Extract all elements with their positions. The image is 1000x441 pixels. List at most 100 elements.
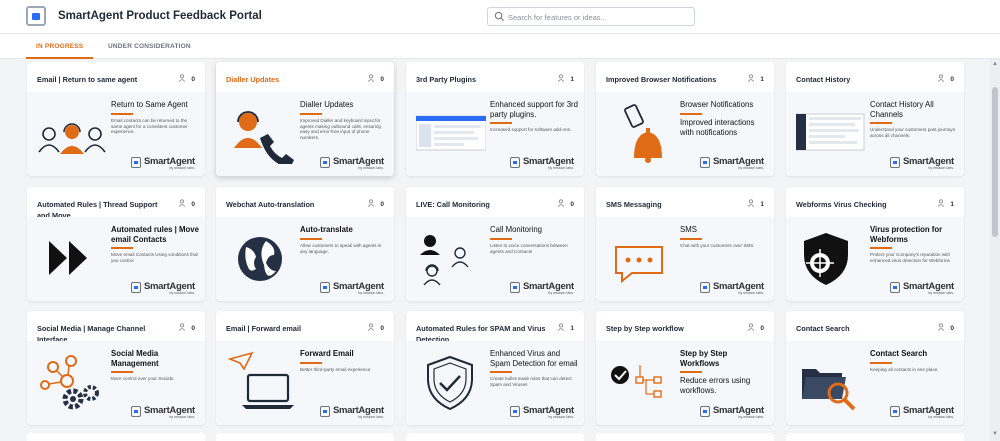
card-title[interactable]: Contact Search [796,323,926,334]
banner-divider [490,122,512,124]
card-title[interactable]: Webforms Virus Checking [796,199,926,210]
workflow-icon [606,351,676,413]
search-box[interactable] [487,7,695,26]
feature-card[interactable]: Webforms Virus Checking 1 Virus protecti… [786,187,964,301]
banner-heading: Dialler Updates [300,100,354,109]
vote-count[interactable]: 0 [367,323,384,332]
card-title[interactable]: Email | Return to same agent [37,74,167,85]
vote-count[interactable]: 0 [367,199,384,208]
agents-headset-icon [37,102,107,164]
card-banner: Auto-translate Allow customers to speak … [216,217,394,301]
card-banner: Step by Step Workflows Reduce errors usi… [596,341,774,425]
brand-sub: by mission labs. [169,415,195,419]
feature-card[interactable]: Email | Return to same agent 0 Return to… [27,62,205,176]
card-title[interactable]: LIVE: Call Monitoring [416,199,546,210]
card-banner: Automated rules | Move email Contacts Mo… [27,217,205,301]
vote-count-value: 1 [570,325,574,332]
card-title[interactable]: Email | Forward email [226,323,356,334]
tab-in-progress[interactable]: IN PROGRESS [26,34,94,59]
partial-card[interactable] [406,433,584,441]
feature-card[interactable]: Dialler Updates 0 Dialler Updates Improv… [216,62,394,176]
vote-count[interactable]: 1 [557,74,574,83]
feature-card[interactable]: Contact Search 0 Contact Search Keeping … [786,311,964,425]
scroll-up-icon[interactable]: ▲ [992,61,998,67]
banner-divider [111,371,133,373]
brand-sub: by mission labs. [358,166,384,170]
card-banner: Contact Search Keeping all contacts in o… [786,341,964,425]
vote-count[interactable]: 0 [178,199,195,208]
user-icon [368,323,375,331]
feature-card[interactable]: 3rd Party Plugins 1 Enhanced support for… [406,62,584,176]
vote-count[interactable]: 0 [557,199,574,208]
vote-count-value: 0 [950,325,954,332]
scroll-down-icon[interactable]: ▼ [992,431,998,437]
tab-under-consideration[interactable]: UNDER CONSIDERATION [98,34,201,59]
laptop-plane-icon [226,351,296,413]
brand-sub: by mission labs. [548,291,574,295]
phone-agent-icon [226,102,296,168]
vote-count[interactable]: 1 [747,74,764,83]
vote-count-value: 1 [760,76,764,83]
vote-count[interactable]: 0 [937,74,954,83]
vote-count[interactable]: 0 [178,74,195,83]
banner-description: More control over your Socials. [111,376,175,381]
card-title[interactable]: Dialler Updates [226,74,356,85]
vote-count[interactable]: 0 [367,74,384,83]
feature-card[interactable]: LIVE: Call Monitoring 0 Call Monitoring … [406,187,584,301]
partial-card[interactable] [216,433,394,441]
card-title[interactable]: Step by Step workflow [606,323,736,334]
banner-divider [490,238,512,240]
feature-card[interactable]: SMS Messaging 1 SMS Chat with your custo… [596,187,774,301]
scrollbar[interactable]: ▲ ▼ [990,59,1000,441]
tab-bar: IN PROGRESS UNDER CONSIDERATION [0,34,1000,59]
app-logo-icon[interactable] [26,6,46,26]
card-title[interactable]: Webchat Auto-translation [226,199,356,210]
vote-count[interactable]: 1 [937,199,954,208]
feature-card[interactable]: Contact History 0 Contact History All Ch… [786,62,964,176]
smartagent-logo: SmartAgent by mission labs. [700,156,764,171]
vote-count[interactable]: 1 [747,199,764,208]
call-monitoring-icon [416,227,486,289]
plugin-screenshot-icon [415,102,487,164]
user-icon [938,74,945,82]
user-icon [748,74,755,82]
banner-description: Better third-party email experience. [300,367,372,372]
user-icon [179,323,186,331]
feature-card[interactable]: Step by Step workflow 0 Step by Step Wor… [596,311,774,425]
vote-count[interactable]: 0 [937,323,954,332]
partial-card[interactable] [27,433,205,441]
feature-card[interactable]: Automated Rules | Thread Support and Mov… [27,187,205,301]
partial-card[interactable] [786,433,964,441]
vote-count[interactable]: 1 [557,323,574,332]
vote-count-value: 0 [191,76,195,83]
smartagent-logo-icon [131,157,141,168]
vote-count-value: 0 [570,201,574,208]
banner-description: Listen to voice conversations between ag… [490,243,568,254]
card-title[interactable]: Contact History [796,74,926,85]
feature-card[interactable]: Automated Rules for SPAM and Virus Detec… [406,311,584,425]
user-icon [558,199,565,207]
vote-count[interactable]: 0 [747,323,764,332]
card-title[interactable]: 3rd Party Plugins [416,74,546,85]
feature-card[interactable]: Email | Forward email 0 Forward Email Be… [216,311,394,425]
brand-sub: by mission labs. [169,291,195,295]
search-input[interactable] [508,10,688,24]
vote-count[interactable]: 0 [178,323,195,332]
banner-divider [680,113,702,115]
partial-card[interactable] [596,433,774,441]
feature-card[interactable]: Webchat Auto-translation 0 Auto-translat… [216,187,394,301]
scroll-thumb[interactable] [992,87,998,237]
banner-heading: Auto-translate [300,225,353,234]
bell-phone-icon [606,102,676,164]
card-title[interactable]: Improved Browser Notifications [606,74,736,85]
brand-sub: by mission labs. [738,166,764,170]
smartagent-logo: SmartAgent by mission labs. [131,281,195,296]
smartagent-logo: SmartAgent by mission labs. [510,281,574,296]
card-title[interactable]: SMS Messaging [606,199,736,210]
feature-card[interactable]: Social Media | Manage Channel Interface … [27,311,205,425]
smartagent-logo-icon [700,282,710,293]
sms-bubble-icon [606,227,676,289]
feature-card[interactable]: Improved Browser Notifications 1 Browser… [596,62,774,176]
user-icon [179,74,186,82]
vote-count-value: 0 [191,325,195,332]
